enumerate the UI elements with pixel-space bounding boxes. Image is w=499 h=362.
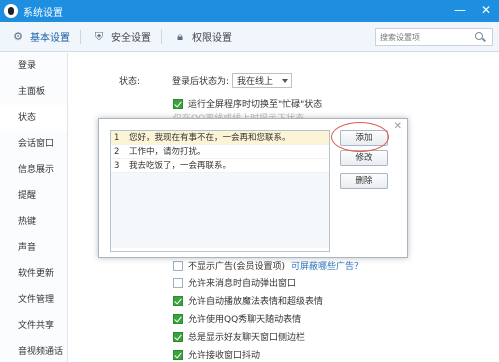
tab-security-settings[interactable]: ⛨ 安全设置 — [81, 22, 161, 52]
sidebar-item-hotkeys[interactable]: 热键 — [0, 209, 67, 235]
close-icon[interactable]: ✕ — [394, 121, 402, 132]
checkbox[interactable] — [173, 277, 183, 288]
tab-basic-settings[interactable]: ⚙ 基本设置 — [0, 22, 80, 52]
chevron-down-icon — [282, 78, 289, 83]
checkbox[interactable] — [173, 98, 183, 109]
tab-label: 安全设置 — [111, 33, 151, 44]
sidebar-item-login[interactable]: 登录 — [0, 53, 67, 79]
option-auto-popup[interactable]: 允许来消息时自动弹出窗口 — [173, 276, 296, 289]
checkbox[interactable] — [173, 260, 183, 271]
window-title: 系统设置 — [23, 7, 63, 19]
minimize-button[interactable]: — — [447, 0, 473, 22]
checkbox[interactable] — [173, 331, 183, 342]
status-row: 状态: 登录后状态为: 我在线上 — [119, 73, 293, 88]
option-window-shake[interactable]: 允许接收窗口抖动 — [173, 348, 260, 361]
list-item[interactable]: 3 我去吃饭了，一会再联系。 — [111, 159, 329, 173]
lock-icon: 🔒︎ — [177, 29, 183, 43]
sidebar-item-file-sharing[interactable]: 文件共享 — [0, 313, 67, 339]
title-bar: 系统设置 — ✕ — [0, 0, 499, 22]
sidebar-item-sound[interactable]: 声音 — [0, 235, 67, 261]
option-hide-ads[interactable]: 不显示广告(会员设置项) 可屏蔽哪些广告？ — [173, 259, 363, 272]
reply-text: 工作中，请勿打扰。 — [129, 147, 206, 157]
sidebar-item-file-management[interactable]: 文件管理 — [0, 287, 67, 313]
tab-permission-settings[interactable]: 🔒︎ 权限设置 — [162, 22, 242, 52]
select-value: 我在线上 — [237, 77, 274, 87]
qq-penguin-icon — [4, 4, 18, 18]
sidebar-item-software-update[interactable]: 软件更新 — [0, 261, 67, 287]
after-login-label: 登录后状态为: — [172, 77, 230, 87]
option-label: 允许使用QQ秀聊天随动表情 — [188, 315, 302, 325]
option-label: 运行全屏程序时切换至"忙碌"状态 — [188, 100, 323, 110]
sidebar-item-av-call[interactable]: 音视频通话 — [0, 339, 67, 362]
list-empty-area — [111, 173, 329, 248]
window-controls: — ✕ — [447, 0, 499, 22]
ads-link[interactable]: 可屏蔽哪些广告？ — [291, 259, 363, 272]
option-qqshow-emoticons[interactable]: 允许使用QQ秀聊天随动表情 — [173, 312, 301, 325]
search-icon[interactable] — [472, 29, 488, 45]
list-item[interactable]: 2 工作中，请勿打扰。 — [111, 145, 329, 159]
option-label: 不显示广告(会员设置项) — [188, 262, 286, 272]
checkbox[interactable] — [173, 295, 183, 306]
tab-label: 基本设置 — [30, 33, 70, 44]
sidebar-item-status[interactable]: 状态 — [0, 105, 67, 131]
delete-button[interactable]: 删除 — [340, 173, 388, 189]
reply-list[interactable]: 1 您好，我现在有事不在，一会再和您联系。 2 工作中，请勿打扰。 3 我去吃饭… — [110, 130, 330, 252]
settings-sidebar: 登录 主面板 状态 会话窗口 信息展示 提醒 热键 声音 软件更新 文件管理 文… — [0, 53, 68, 362]
gear-icon: ⚙ — [13, 29, 23, 43]
row-number: 1 — [114, 133, 120, 143]
row-number: 3 — [114, 161, 120, 171]
status-label: 状态: — [119, 77, 141, 87]
after-login-status-select[interactable]: 我在线上 — [232, 73, 293, 88]
option-fullscreen-busy[interactable]: 运行全屏程序时切换至"忙碌"状态 — [173, 97, 322, 110]
list-item[interactable]: 1 您好，我现在有事不在，一会再和您联系。 — [111, 131, 329, 145]
shield-icon: ⛨ — [94, 29, 104, 43]
option-label: 允许来消息时自动弹出窗口 — [188, 279, 297, 289]
sidebar-item-main-panel[interactable]: 主面板 — [0, 79, 67, 105]
option-magic-emoticons[interactable]: 允许自动播放魔法表情和超级表情 — [173, 294, 323, 307]
settings-tabbar: ⚙ 基本设置 ⛨ 安全设置 🔒︎ 权限设置 — [0, 22, 499, 52]
option-label: 允许接收窗口抖动 — [188, 351, 261, 361]
search-box[interactable] — [375, 28, 493, 46]
auto-reply-dialog: ✕ 1 您好，我现在有事不在，一会再和您联系。 2 工作中，请勿打扰。 3 我去… — [98, 118, 408, 258]
highlight-circle — [331, 122, 389, 152]
option-sidebar[interactable]: 总是显示好友聊天窗口侧边栏 — [173, 330, 305, 343]
tab-label: 权限设置 — [192, 33, 232, 44]
search-input[interactable] — [376, 29, 472, 45]
edit-button[interactable]: 修改 — [340, 150, 388, 166]
sidebar-item-reminders[interactable]: 提醒 — [0, 183, 67, 209]
option-label: 总是显示好友聊天窗口侧边栏 — [188, 333, 306, 343]
sidebar-item-info-display[interactable]: 信息展示 — [0, 157, 67, 183]
checkbox[interactable] — [173, 313, 183, 324]
row-number: 2 — [114, 147, 120, 157]
sidebar-item-chat-window[interactable]: 会话窗口 — [0, 131, 67, 157]
reply-text: 我去吃饭了，一会再联系。 — [129, 161, 232, 171]
close-button[interactable]: ✕ — [473, 0, 499, 22]
option-label: 允许自动播放魔法表情和超级表情 — [188, 297, 324, 307]
reply-text: 您好，我现在有事不在，一会再和您联系。 — [129, 133, 291, 143]
checkbox[interactable] — [173, 349, 183, 360]
